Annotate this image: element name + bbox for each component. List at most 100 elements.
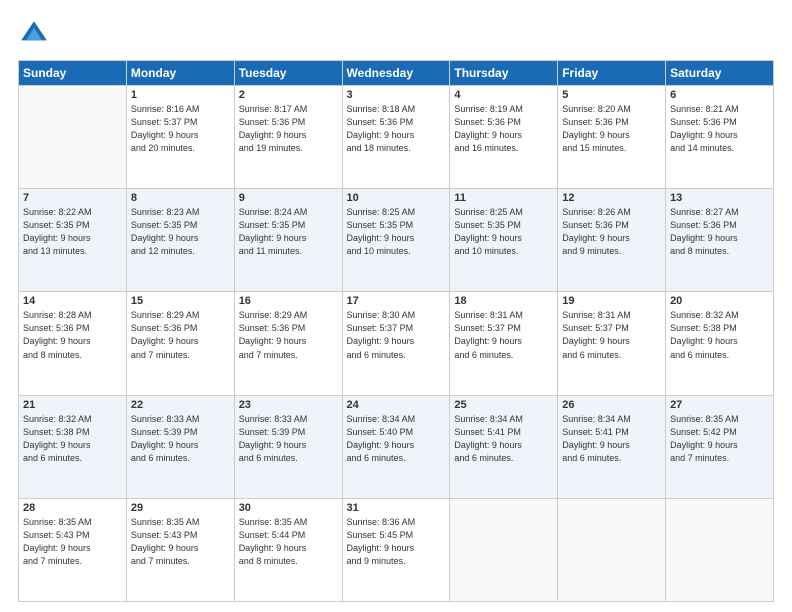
day-info: Sunrise: 8:33 AM Sunset: 5:39 PM Dayligh…: [239, 413, 338, 465]
day-info: Sunrise: 8:29 AM Sunset: 5:36 PM Dayligh…: [239, 309, 338, 361]
day-number: 30: [239, 502, 338, 514]
day-number: 20: [670, 295, 769, 307]
day-info: Sunrise: 8:17 AM Sunset: 5:36 PM Dayligh…: [239, 103, 338, 155]
day-number: 9: [239, 192, 338, 204]
day-number: 14: [23, 295, 122, 307]
day-cell: [558, 498, 666, 601]
day-info: Sunrise: 8:16 AM Sunset: 5:37 PM Dayligh…: [131, 103, 230, 155]
day-info: Sunrise: 8:34 AM Sunset: 5:40 PM Dayligh…: [347, 413, 446, 465]
day-cell: 3 Sunrise: 8:18 AM Sunset: 5:36 PM Daylig…: [342, 86, 450, 189]
day-cell: 27 Sunrise: 8:35 AM Sunset: 5:42 PM Dayli…: [666, 395, 774, 498]
day-number: 1: [131, 89, 230, 101]
weekday-header-saturday: Saturday: [666, 61, 774, 86]
day-info: Sunrise: 8:35 AM Sunset: 5:42 PM Dayligh…: [670, 413, 769, 465]
day-number: 8: [131, 192, 230, 204]
day-cell: 23 Sunrise: 8:33 AM Sunset: 5:39 PM Dayli…: [234, 395, 342, 498]
day-cell: 25 Sunrise: 8:34 AM Sunset: 5:41 PM Dayli…: [450, 395, 558, 498]
day-number: 31: [347, 502, 446, 514]
week-row-3: 21Sunrise: 8:32 AM Sunset: 5:38 PM Dayli…: [19, 395, 774, 498]
logo-icon: [18, 18, 50, 50]
day-cell: 29Sunrise: 8:35 AM Sunset: 5:43 PM Dayli…: [126, 498, 234, 601]
day-info: Sunrise: 8:23 AM Sunset: 5:35 PM Dayligh…: [131, 206, 230, 258]
day-number: 18: [454, 295, 553, 307]
day-cell: 31 Sunrise: 8:36 AM Sunset: 5:45 PM Dayli…: [342, 498, 450, 601]
day-info: Sunrise: 8:18 AM Sunset: 5:36 PM Dayligh…: [347, 103, 446, 155]
weekday-header-row: SundayMondayTuesdayWednesdayThursdayFrid…: [19, 61, 774, 86]
day-number: 13: [670, 192, 769, 204]
day-info: Sunrise: 8:31 AM Sunset: 5:37 PM Dayligh…: [562, 309, 661, 361]
day-info: Sunrise: 8:34 AM Sunset: 5:41 PM Dayligh…: [562, 413, 661, 465]
day-cell: 24 Sunrise: 8:34 AM Sunset: 5:40 PM Dayli…: [342, 395, 450, 498]
day-number: 23: [239, 399, 338, 411]
day-number: 25: [454, 399, 553, 411]
day-info: Sunrise: 8:31 AM Sunset: 5:37 PM Dayligh…: [454, 309, 553, 361]
weekday-header-sunday: Sunday: [19, 61, 127, 86]
day-cell: 20Sunrise: 8:32 AM Sunset: 5:38 PM Dayli…: [666, 292, 774, 395]
weekday-header-friday: Friday: [558, 61, 666, 86]
day-cell: [666, 498, 774, 601]
day-cell: 30Sunrise: 8:35 AM Sunset: 5:44 PM Dayli…: [234, 498, 342, 601]
day-info: Sunrise: 8:35 AM Sunset: 5:43 PM Dayligh…: [23, 516, 122, 568]
day-info: Sunrise: 8:32 AM Sunset: 5:38 PM Dayligh…: [23, 413, 122, 465]
day-cell: 17 Sunrise: 8:30 AM Sunset: 5:37 PM Dayli…: [342, 292, 450, 395]
day-cell: 14 Sunrise: 8:28 AM Sunset: 5:36 PM Dayli…: [19, 292, 127, 395]
day-number: 26: [562, 399, 661, 411]
day-cell: 13 Sunrise: 8:27 AM Sunset: 5:36 PM Dayli…: [666, 189, 774, 292]
day-cell: 12 Sunrise: 8:26 AM Sunset: 5:36 PM Dayli…: [558, 189, 666, 292]
day-cell: 10 Sunrise: 8:25 AM Sunset: 5:35 PM Dayli…: [342, 189, 450, 292]
week-row-2: 14 Sunrise: 8:28 AM Sunset: 5:36 PM Dayli…: [19, 292, 774, 395]
day-info: Sunrise: 8:36 AM Sunset: 5:45 PM Dayligh…: [347, 516, 446, 568]
day-number: 10: [347, 192, 446, 204]
day-info: Sunrise: 8:34 AM Sunset: 5:41 PM Dayligh…: [454, 413, 553, 465]
day-cell: 28 Sunrise: 8:35 AM Sunset: 5:43 PM Dayli…: [19, 498, 127, 601]
day-number: 6: [670, 89, 769, 101]
day-number: 17: [347, 295, 446, 307]
day-number: 2: [239, 89, 338, 101]
day-info: Sunrise: 8:26 AM Sunset: 5:36 PM Dayligh…: [562, 206, 661, 258]
day-cell: 19Sunrise: 8:31 AM Sunset: 5:37 PM Dayli…: [558, 292, 666, 395]
week-row-1: 7Sunrise: 8:22 AM Sunset: 5:35 PM Daylig…: [19, 189, 774, 292]
day-info: Sunrise: 8:21 AM Sunset: 5:36 PM Dayligh…: [670, 103, 769, 155]
day-info: Sunrise: 8:33 AM Sunset: 5:39 PM Dayligh…: [131, 413, 230, 465]
weekday-header-tuesday: Tuesday: [234, 61, 342, 86]
day-info: Sunrise: 8:20 AM Sunset: 5:36 PM Dayligh…: [562, 103, 661, 155]
day-cell: 7Sunrise: 8:22 AM Sunset: 5:35 PM Daylig…: [19, 189, 127, 292]
page: SundayMondayTuesdayWednesdayThursdayFrid…: [0, 0, 792, 612]
day-cell: 8 Sunrise: 8:23 AM Sunset: 5:35 PM Daylig…: [126, 189, 234, 292]
day-info: Sunrise: 8:24 AM Sunset: 5:35 PM Dayligh…: [239, 206, 338, 258]
weekday-header-monday: Monday: [126, 61, 234, 86]
day-number: 12: [562, 192, 661, 204]
day-info: Sunrise: 8:25 AM Sunset: 5:35 PM Dayligh…: [347, 206, 446, 258]
week-row-0: 1 Sunrise: 8:16 AM Sunset: 5:37 PM Daylig…: [19, 86, 774, 189]
day-number: 28: [23, 502, 122, 514]
day-info: Sunrise: 8:30 AM Sunset: 5:37 PM Dayligh…: [347, 309, 446, 361]
day-cell: 16 Sunrise: 8:29 AM Sunset: 5:36 PM Dayli…: [234, 292, 342, 395]
day-cell: 2 Sunrise: 8:17 AM Sunset: 5:36 PM Daylig…: [234, 86, 342, 189]
calendar: SundayMondayTuesdayWednesdayThursdayFrid…: [18, 60, 774, 602]
header: [18, 18, 774, 50]
logo: [18, 18, 54, 50]
day-number: 3: [347, 89, 446, 101]
day-number: 5: [562, 89, 661, 101]
day-info: Sunrise: 8:25 AM Sunset: 5:35 PM Dayligh…: [454, 206, 553, 258]
day-cell: 9 Sunrise: 8:24 AM Sunset: 5:35 PM Daylig…: [234, 189, 342, 292]
week-row-4: 28 Sunrise: 8:35 AM Sunset: 5:43 PM Dayli…: [19, 498, 774, 601]
day-info: Sunrise: 8:28 AM Sunset: 5:36 PM Dayligh…: [23, 309, 122, 361]
day-cell: 26 Sunrise: 8:34 AM Sunset: 5:41 PM Dayli…: [558, 395, 666, 498]
day-number: 15: [131, 295, 230, 307]
weekday-header-wednesday: Wednesday: [342, 61, 450, 86]
day-cell: 18 Sunrise: 8:31 AM Sunset: 5:37 PM Dayli…: [450, 292, 558, 395]
day-info: Sunrise: 8:29 AM Sunset: 5:36 PM Dayligh…: [131, 309, 230, 361]
day-info: Sunrise: 8:22 AM Sunset: 5:35 PM Dayligh…: [23, 206, 122, 258]
day-info: Sunrise: 8:19 AM Sunset: 5:36 PM Dayligh…: [454, 103, 553, 155]
day-cell: 1 Sunrise: 8:16 AM Sunset: 5:37 PM Daylig…: [126, 86, 234, 189]
day-number: 27: [670, 399, 769, 411]
day-cell: 11Sunrise: 8:25 AM Sunset: 5:35 PM Dayli…: [450, 189, 558, 292]
weekday-header-thursday: Thursday: [450, 61, 558, 86]
day-cell: 6 Sunrise: 8:21 AM Sunset: 5:36 PM Daylig…: [666, 86, 774, 189]
day-number: 22: [131, 399, 230, 411]
day-cell: 21Sunrise: 8:32 AM Sunset: 5:38 PM Dayli…: [19, 395, 127, 498]
day-info: Sunrise: 8:27 AM Sunset: 5:36 PM Dayligh…: [670, 206, 769, 258]
day-number: 24: [347, 399, 446, 411]
day-number: 16: [239, 295, 338, 307]
